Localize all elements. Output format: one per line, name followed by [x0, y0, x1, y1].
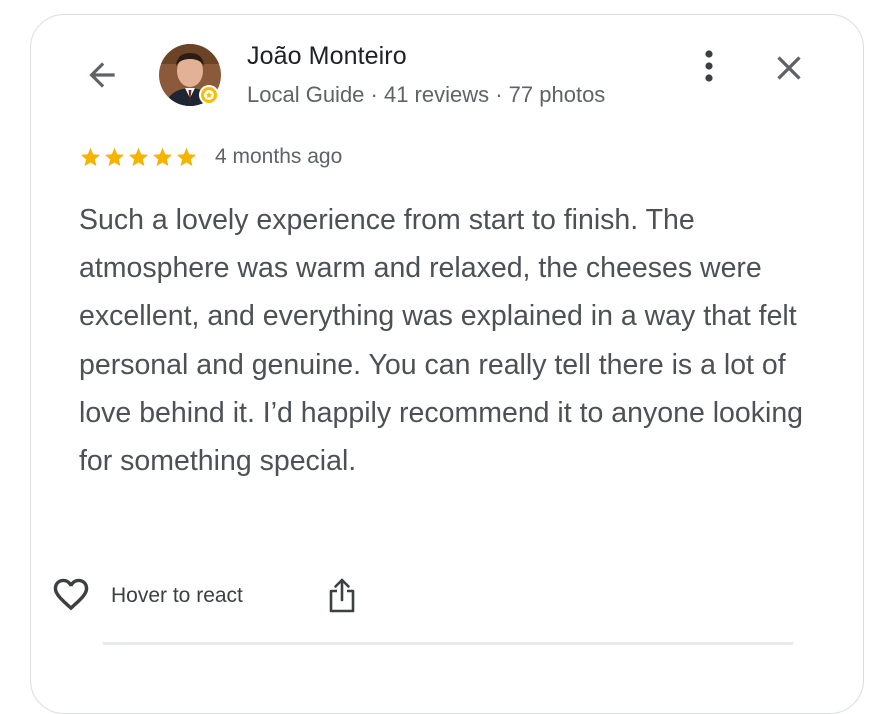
local-guide-badge-icon	[199, 85, 219, 105]
close-button[interactable]	[768, 48, 810, 88]
arrow-left-icon	[89, 62, 115, 88]
star-icon	[152, 147, 173, 166]
back-button[interactable]	[80, 56, 124, 94]
close-icon	[777, 56, 801, 80]
share-button[interactable]	[322, 576, 362, 616]
review-date: 4 months ago	[215, 145, 343, 168]
star-icon	[176, 147, 197, 166]
more-options-button[interactable]	[694, 46, 724, 86]
star-icon	[80, 147, 101, 166]
rating-row: 4 months ago	[79, 142, 342, 172]
avatar[interactable]	[159, 44, 221, 106]
star-icon	[104, 147, 125, 166]
heart-outline-icon	[53, 578, 89, 611]
review-actions: Hover to react	[50, 574, 243, 618]
more-vertical-icon	[705, 50, 713, 82]
author-meta: Local Guide · 41 reviews · 77 photos	[247, 82, 606, 107]
star-rating	[79, 146, 198, 169]
review-text: Such a lovely experience from start to f…	[79, 204, 804, 478]
author-name[interactable]: João Monteiro	[247, 42, 407, 71]
react-label: Hover to react	[111, 584, 243, 607]
star-icon	[128, 147, 149, 166]
share-icon	[329, 578, 355, 613]
react-button[interactable]: Hover to react	[50, 577, 243, 615]
